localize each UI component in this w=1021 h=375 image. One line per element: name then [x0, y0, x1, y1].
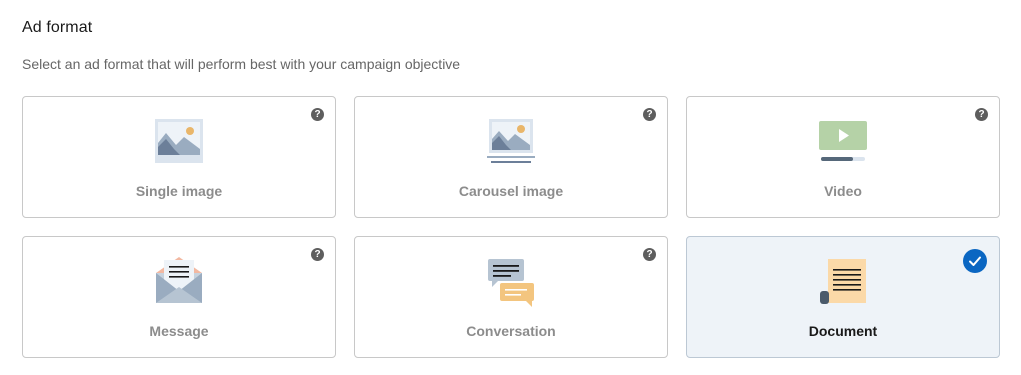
format-card-document[interactable]: Document: [686, 236, 1000, 358]
help-icon[interactable]: ?: [975, 108, 988, 121]
format-label: Single image: [135, 183, 223, 199]
format-card-carousel-image[interactable]: ? Carousel image: [354, 96, 668, 218]
ad-format-subtitle: Select an ad format that will perform be…: [22, 56, 461, 72]
format-card-message[interactable]: ? Message: [22, 236, 336, 358]
single-image-icon: [155, 119, 203, 163]
help-icon[interactable]: ?: [311, 248, 324, 261]
format-label: Message: [149, 323, 209, 339]
format-card-single-image[interactable]: ? Single image: [22, 96, 336, 218]
format-card-conversation[interactable]: ? Conversation: [354, 236, 668, 358]
format-label: Document: [808, 323, 878, 339]
help-icon[interactable]: ?: [311, 108, 324, 121]
video-icon: [819, 121, 867, 161]
conversation-icon: [488, 259, 534, 307]
checkmark-icon: [963, 249, 987, 273]
format-label: Conversation: [466, 323, 556, 339]
message-icon: [156, 257, 202, 303]
carousel-image-icon: [487, 119, 535, 163]
format-label: Carousel image: [458, 183, 564, 199]
help-icon[interactable]: ?: [643, 248, 656, 261]
format-label: Video: [824, 183, 862, 199]
document-icon: [820, 259, 866, 304]
format-card-video[interactable]: ? Video: [686, 96, 1000, 218]
ad-format-title: Ad format: [22, 19, 93, 36]
help-icon[interactable]: ?: [643, 108, 656, 121]
